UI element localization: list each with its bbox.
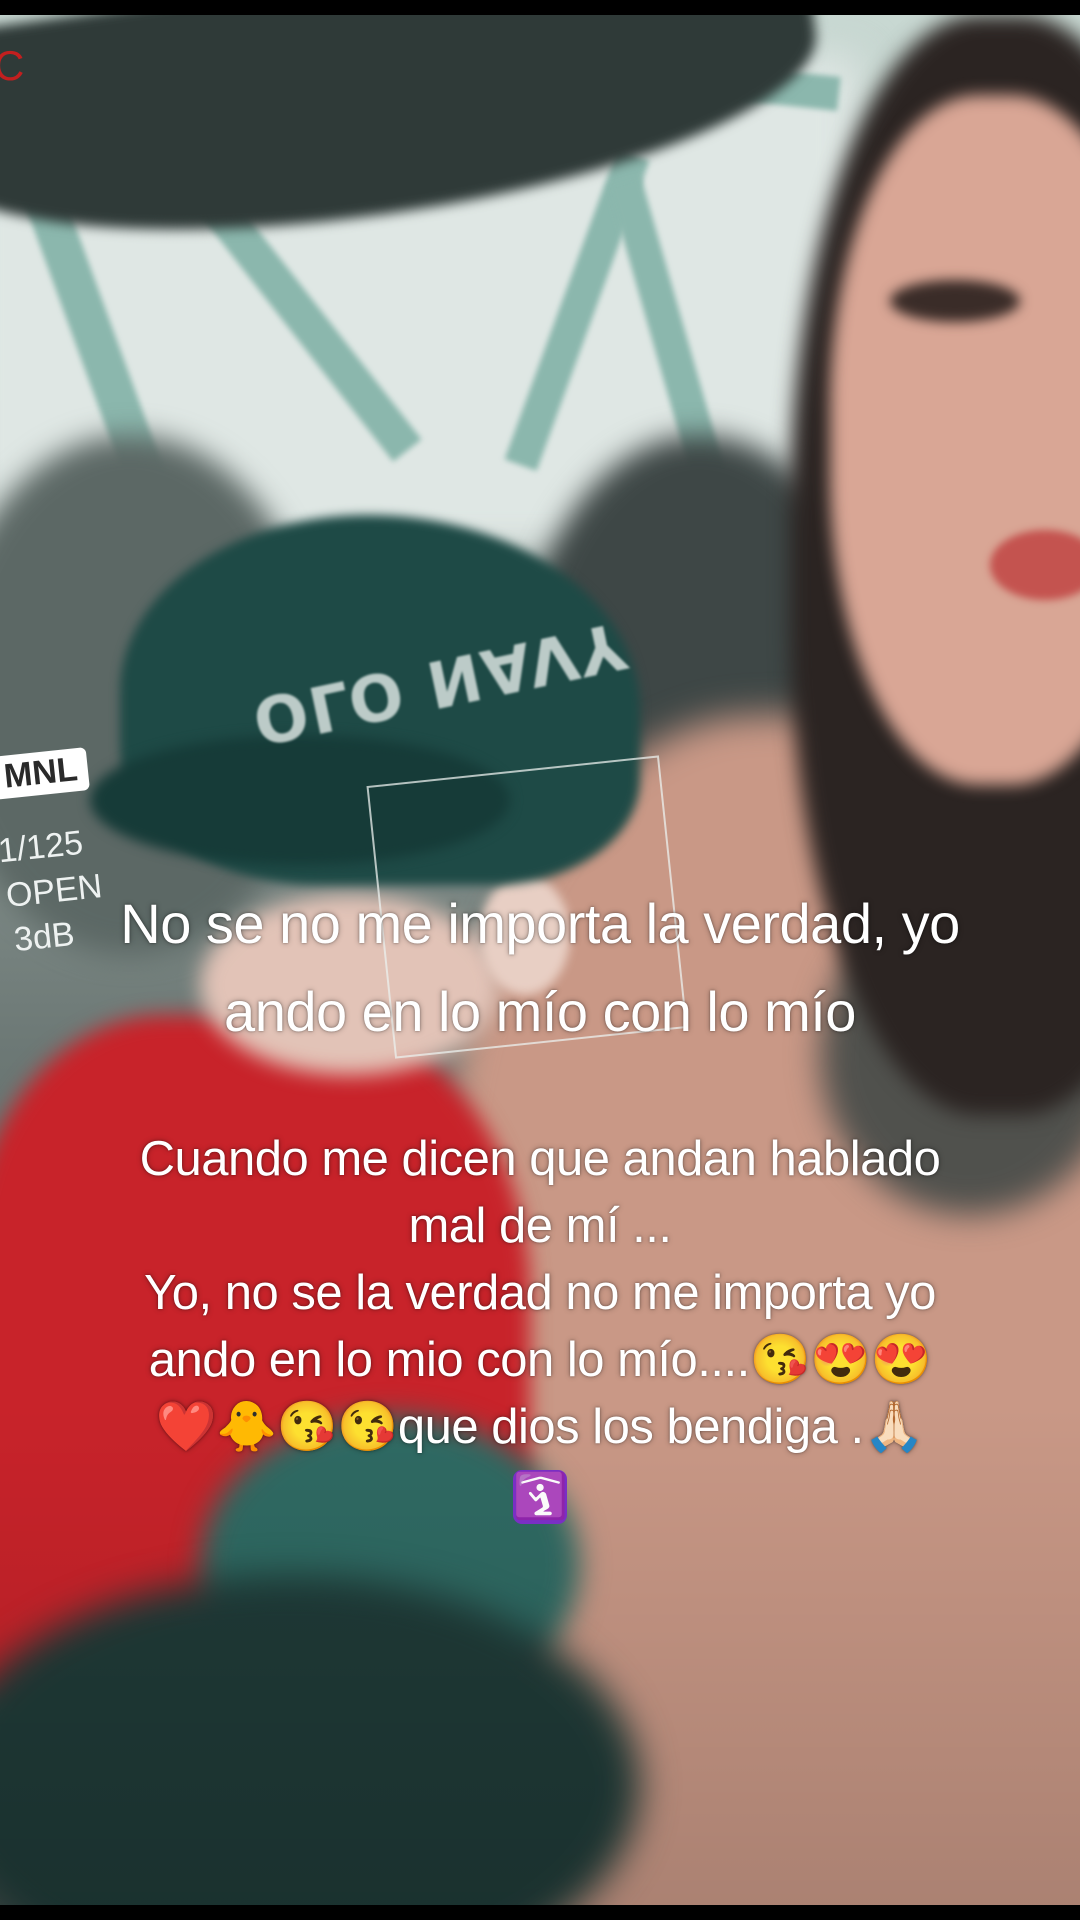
caption-body: Cuando me dicen que andan hablado mal de… [110,1126,970,1528]
caption-main: No se no me importa la verdad, yo ando e… [120,892,960,1043]
caption-line: ❤️🐥😘😘que dios los bendiga .🙏🏻 [155,1400,925,1454]
story-caption: No se no me importa la verdad, yo ando e… [110,880,970,1528]
camera-gain: 3dB [12,914,77,960]
recording-indicator: C [0,42,25,89]
caption-line: Cuando me dicen que andan hablado mal de… [139,1132,941,1253]
caption-line: Yo, no se la verdad no me importa yo and… [144,1266,936,1387]
woman-eye [890,280,1020,322]
caption-line: 🛐 [130,1461,950,1528]
story-frame: OLO NAVY C MNL 1/125 OPEN 3dB No se no m… [0,0,1080,1920]
place-of-worship-icon: 🛐 [513,1470,568,1525]
woman-face [830,95,1080,785]
